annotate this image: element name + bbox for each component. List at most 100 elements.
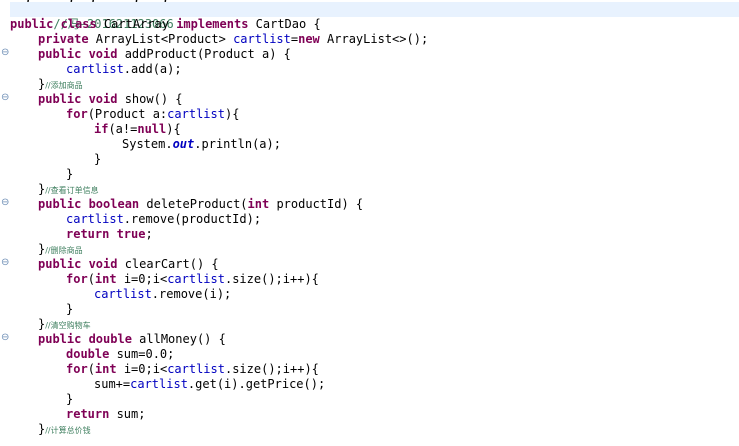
field-reference: cartlist [233, 32, 291, 46]
code-line[interactable]: ⊖ public void addProduct(Product a) { [1, 47, 739, 62]
keyword: new [298, 32, 320, 46]
code-text: .add(a); [123, 62, 182, 76]
field-reference: cartlist [130, 377, 188, 391]
code-text: .size();i++){ [224, 362, 319, 376]
code-line[interactable]: if(a!=null){ [10, 122, 739, 137]
code-text: ; [145, 227, 153, 241]
keyword: return [66, 407, 110, 421]
field-reference: cartlist [66, 212, 124, 226]
code-text: (a!= [108, 122, 138, 136]
code-editor[interactable]: , , , , , //冯—201621123066 public class … [0, 0, 739, 446]
code-line[interactable]: }//计算总价钱 [10, 422, 739, 437]
code-text: i=0;i< [116, 272, 168, 286]
code-line[interactable]: cartlist.remove(productId); [10, 212, 739, 227]
code-text: } [66, 392, 74, 406]
code-text: sum+= [94, 377, 131, 391]
code-line[interactable]: ⊖ public boolean deleteProduct(int produc… [1, 197, 739, 212]
code-line[interactable]: private ArrayList<Product> cartlist=new … [10, 32, 739, 47]
keyword: public void [38, 47, 118, 61]
minus-circle-icon[interactable]: ⊖ [1, 333, 9, 343]
code-text: .remove(i); [151, 287, 232, 301]
code-text: ){ [224, 107, 240, 121]
code-text: sum=0.0; [109, 347, 175, 361]
code-text: } [66, 302, 74, 316]
minus-circle-icon[interactable]: ⊖ [1, 48, 9, 58]
code-comment: //计算总价钱 [45, 426, 91, 435]
code-line[interactable]: System.out.println(a); [10, 137, 739, 152]
keyword: public double [38, 332, 132, 346]
code-line[interactable]: double sum=0.0; [10, 347, 739, 362]
code-line[interactable]: cartlist.remove(i); [10, 287, 739, 302]
code-line[interactable]: ⊖ public double allMoney() { [1, 332, 739, 347]
keyword: implements [176, 17, 249, 31]
code-text: System. [122, 137, 173, 151]
code-line[interactable]: } [10, 392, 739, 407]
code-comment: //添加商品 [45, 81, 83, 90]
keyword: public boolean [38, 197, 140, 211]
code-line[interactable]: public class CartArray implements CartDa… [10, 17, 739, 32]
editor-gutter [0, 0, 10, 446]
keyword: int [94, 272, 117, 286]
field-reference: cartlist [167, 362, 225, 376]
code-text: (Product a: [87, 107, 168, 121]
code-line[interactable]: //冯—201621123066 [10, 2, 739, 31]
keyword: null [137, 122, 167, 136]
keyword: public class [10, 17, 97, 31]
code-line[interactable]: }//清空购物车 [10, 317, 739, 332]
field-reference: cartlist [167, 272, 225, 286]
keyword: for [66, 107, 88, 121]
code-line[interactable]: for(int i=0;i<cartlist.size();i++){ [10, 272, 739, 287]
code-text: } [66, 167, 74, 181]
code-line[interactable]: } [10, 152, 739, 167]
code-text: CartArray [96, 17, 177, 31]
code-comment: //清空购物车 [45, 321, 91, 330]
code-text: ( [87, 362, 95, 376]
code-text: ArrayList<Product> [88, 32, 234, 46]
code-line[interactable]: }//删除商品 [10, 242, 739, 257]
keyword: if [94, 122, 109, 136]
keyword: public void [38, 257, 118, 271]
code-line[interactable]: for(int i=0;i<cartlist.size();i++){ [10, 362, 739, 377]
code-text: .size();i++){ [224, 272, 319, 286]
keyword: int [247, 197, 270, 211]
keyword: for [66, 362, 88, 376]
code-comment: //删除商品 [45, 246, 83, 255]
field-reference: cartlist [66, 62, 124, 76]
keyword: private [38, 32, 89, 46]
code-line[interactable]: sum+=cartlist.get(i).getPrice(); [10, 377, 739, 392]
keyword: return true [66, 227, 146, 241]
code-line[interactable]: return sum; [10, 407, 739, 422]
code-text: ArrayList<>(); [319, 32, 429, 46]
code-line[interactable]: for(Product a:cartlist){ [10, 107, 739, 122]
code-text: .println(a); [194, 137, 281, 151]
code-line[interactable]: cartlist.add(a); [10, 62, 739, 77]
code-text: .remove(productId); [123, 212, 262, 226]
field-reference: cartlist [94, 287, 152, 301]
static-field-reference: out [172, 137, 195, 151]
minus-circle-icon[interactable]: ⊖ [1, 198, 9, 208]
code-comment: //查看订单信息 [45, 186, 99, 195]
code-line[interactable]: ⊖ public void show() { [1, 92, 739, 107]
code-line[interactable]: }//添加商品 [10, 77, 739, 92]
code-line[interactable]: } [10, 167, 739, 182]
code-text: ( [87, 272, 95, 286]
code-text: allMoney() { [131, 332, 226, 346]
code-line[interactable]: } [10, 302, 739, 317]
code-text: clearCart() { [117, 257, 219, 271]
code-text: ){ [166, 122, 181, 136]
code-line[interactable]: }//查看订单信息 [10, 182, 739, 197]
code-text: sum; [109, 407, 146, 421]
keyword: int [94, 362, 117, 376]
keyword: for [66, 272, 88, 286]
code-text: .get(i).getPrice(); [187, 377, 326, 391]
code-line[interactable]: ⊖ public void clearCart() { [1, 257, 739, 272]
code-line[interactable]: return true; [10, 227, 739, 242]
keyword: public void [38, 92, 118, 106]
keyword: double [66, 347, 110, 361]
code-text: CartDao { [248, 17, 321, 31]
minus-circle-icon[interactable]: ⊖ [1, 258, 9, 268]
code-text: productId) { [269, 197, 364, 211]
minus-circle-icon[interactable]: ⊖ [1, 93, 9, 103]
code-text: deleteProduct( [139, 197, 248, 211]
code-text: addProduct(Product a) { [117, 47, 291, 61]
